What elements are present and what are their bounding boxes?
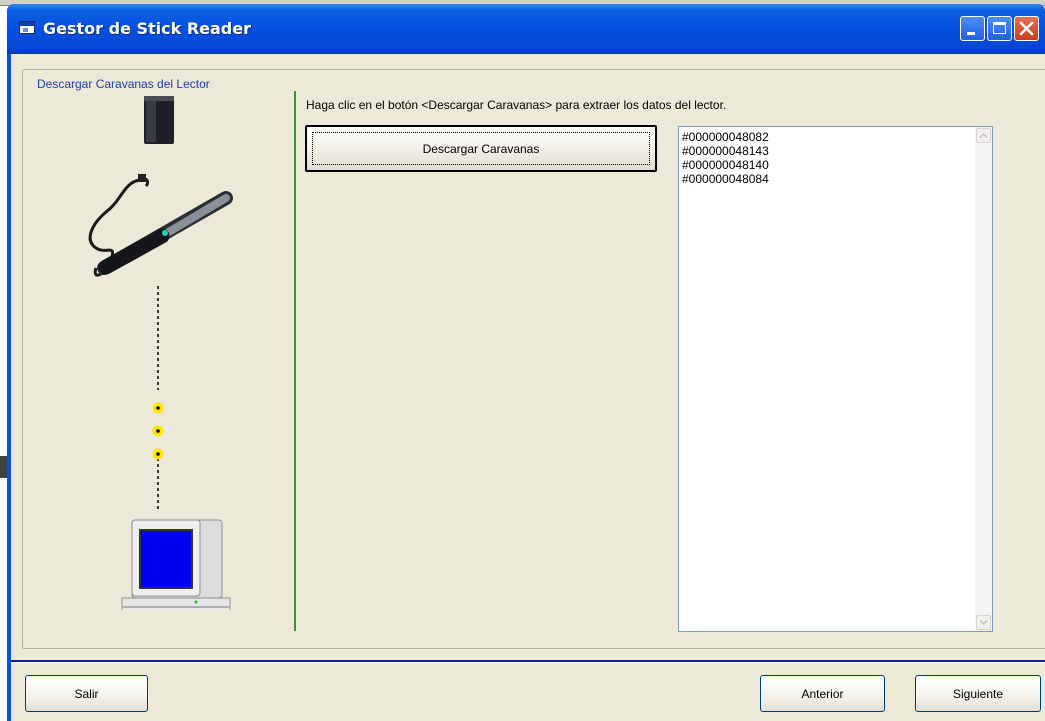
back-button[interactable]: Anterior [760,675,885,712]
computer-icon [121,519,231,610]
window-title: Gestor de Stick Reader [43,19,251,38]
title-bar[interactable]: Gestor de Stick Reader [7,4,1045,54]
maximize-button[interactable] [987,16,1012,41]
reader-to-computer-illustration [88,96,233,610]
close-button[interactable] [1014,16,1039,41]
list-item[interactable]: #000000048140 [682,158,769,172]
minimize-button[interactable] [960,16,985,41]
footer-separator-highlight [11,662,1045,663]
stick-reader-icon [88,174,233,277]
scroll-up-button[interactable] [976,128,991,143]
tags-listbox[interactable]: #000000048082 #000000048143 #00000004814… [678,126,993,632]
list-item[interactable]: #000000048082 [682,130,769,144]
download-tags-button[interactable]: Descargar Caravanas [305,125,657,172]
scroll-down-button[interactable] [976,615,991,630]
tags-list: #000000048082 #000000048143 #00000004814… [682,130,769,186]
exit-button[interactable]: Salir [25,675,148,712]
list-item[interactable]: #000000048084 [682,172,769,186]
connection-line [152,286,164,510]
minimize-icon [967,32,975,35]
app-window: Gestor de Stick Reader Descargar Caravan… [7,4,1045,721]
section-divider-line [294,91,296,631]
instruction-text: Haga clic en el botón <Descargar Caravan… [306,98,727,112]
vertical-scrollbar[interactable] [975,127,992,631]
groupbox-title: Descargar Caravanas del Lector [35,77,212,91]
next-button[interactable]: Siguiente [915,675,1041,712]
download-tags-button-label: Descargar Caravanas [422,141,540,156]
close-icon [1019,21,1034,36]
background-fragment [0,456,7,478]
chevron-up-icon [979,132,988,139]
maximize-icon [993,22,1006,34]
chevron-down-icon [979,619,988,626]
list-item[interactable]: #000000048143 [682,144,769,158]
base-station-icon [144,96,174,144]
app-window-icon[interactable] [19,21,35,34]
window-client-area: Descargar Caravanas del Lector Haga clic… [11,54,1045,721]
